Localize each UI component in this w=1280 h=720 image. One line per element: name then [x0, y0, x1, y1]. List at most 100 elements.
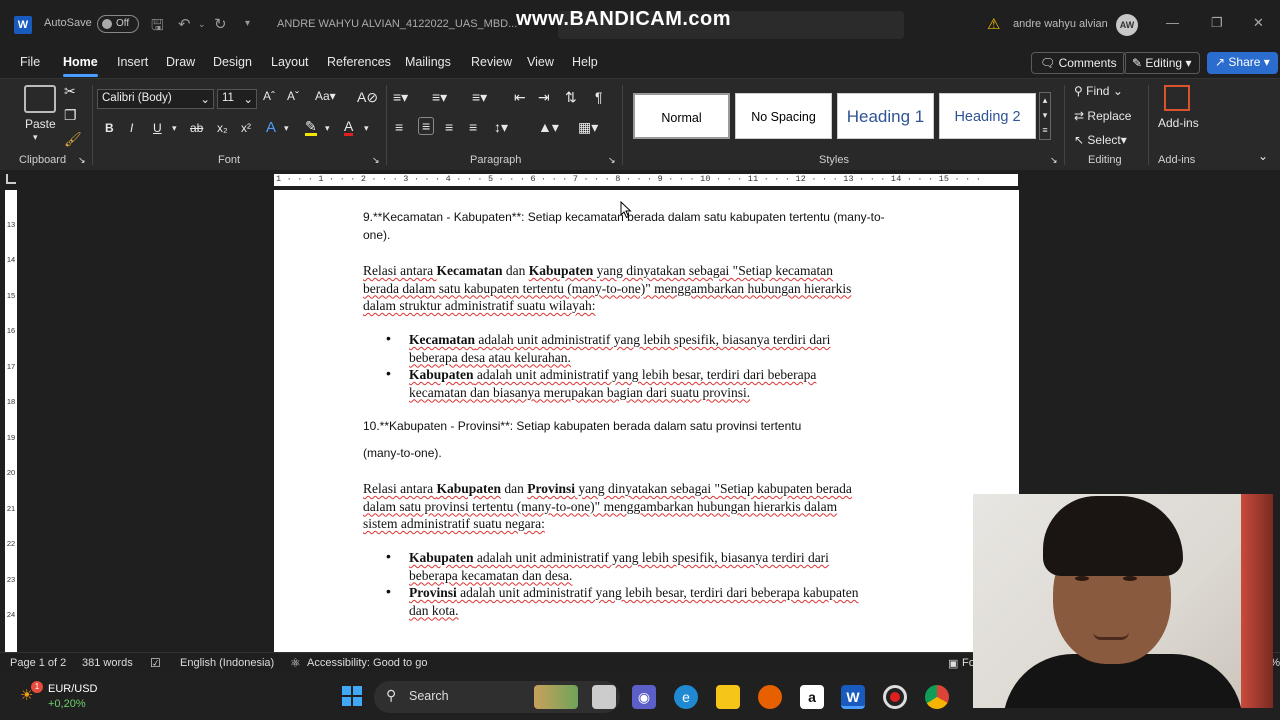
taskbar-search[interactable]: ⚲ Search [374, 681, 620, 713]
bold-icon[interactable]: B [105, 121, 114, 135]
grow-font-icon[interactable]: Aˆ [263, 89, 275, 103]
justify-icon[interactable]: ≡ [469, 119, 477, 135]
language-indicator[interactable]: English (Indonesia) [180, 657, 274, 669]
addins-button[interactable]: Add-ins [1158, 116, 1199, 130]
tab-help[interactable]: Help [572, 55, 598, 69]
paste-button[interactable]: Paste [25, 117, 56, 131]
style-normal[interactable]: Normal [633, 93, 730, 139]
copy-icon[interactable]: ❐ [64, 107, 77, 124]
redo-icon[interactable]: ↻ [214, 15, 227, 33]
task-view-icon[interactable] [592, 685, 616, 709]
close-icon[interactable]: ✕ [1253, 15, 1264, 31]
text-effects-icon[interactable]: A [266, 119, 276, 136]
style-no-spacing[interactable]: No Spacing [735, 93, 832, 139]
firefox-icon[interactable] [758, 685, 782, 709]
ticker-symbol[interactable]: EUR/USD [48, 683, 98, 695]
increase-indent-icon[interactable]: ⇥ [538, 89, 550, 106]
paste-icon[interactable] [24, 85, 56, 113]
cut-icon[interactable]: ✂ [64, 83, 76, 100]
tab-design[interactable]: Design [213, 55, 252, 69]
line-spacing-icon[interactable]: ↕▾ [494, 119, 508, 136]
customize-quick-access-icon[interactable]: ▾ [245, 18, 250, 29]
clear-formatting-icon[interactable]: A⊘ [357, 89, 378, 106]
word-count[interactable]: 381 words [82, 657, 133, 669]
autosave-toggle[interactable]: Off [97, 15, 139, 33]
word-taskbar-icon[interactable]: W [841, 685, 865, 709]
sort-icon[interactable]: ⇅ [565, 89, 577, 106]
align-left-icon[interactable]: ≡ [395, 119, 403, 135]
undo-dropdown-icon[interactable]: ⌄ [198, 19, 206, 30]
proofing-icon[interactable]: ☑ [150, 656, 161, 670]
tab-selector-icon[interactable] [6, 174, 16, 184]
find-button[interactable]: ⚲ Find ⌄ [1074, 84, 1123, 98]
focus-icon[interactable]: ▣ [948, 657, 958, 670]
paste-dropdown-icon[interactable]: ▾ [33, 132, 38, 143]
style-heading-2[interactable]: Heading 2 [939, 93, 1036, 139]
undo-icon[interactable]: ↶ [178, 15, 191, 33]
horizontal-ruler[interactable]: 1 · · · 1 · · · 2 · · · 3 · · · 4 · · · … [0, 170, 1280, 190]
user-avatar[interactable]: AW [1116, 14, 1138, 36]
font-launcher-icon[interactable]: ↘ [372, 155, 380, 166]
font-color-icon[interactable]: A [344, 119, 354, 136]
borders-icon[interactable]: ▦▾ [578, 119, 598, 136]
align-center-icon[interactable]: ≡ [418, 117, 435, 135]
tab-draw[interactable]: Draw [166, 55, 195, 69]
comments-button[interactable]: 🗨 Comments [1031, 52, 1126, 74]
paragraph-launcher-icon[interactable]: ↘ [608, 155, 616, 166]
editing-mode-button[interactable]: ✎ Editing ▾ [1123, 52, 1201, 74]
decrease-indent-icon[interactable]: ⇤ [514, 89, 526, 106]
underline-dropdown-icon[interactable]: ▾ [172, 123, 177, 134]
minimize-icon[interactable]: — [1166, 15, 1179, 30]
replace-button[interactable]: ⇄ Replace [1074, 109, 1131, 123]
tab-insert[interactable]: Insert [117, 55, 148, 69]
vertical-ruler[interactable]: 13 14 15 16 17 18 19 20 21 22 23 24 [0, 190, 22, 652]
page-count[interactable]: Page 1 of 2 [10, 657, 66, 669]
align-right-icon[interactable]: ≡ [445, 119, 453, 135]
highlight-color-icon[interactable]: ✎ [305, 119, 317, 136]
font-color-dropdown-icon[interactable]: ▾ [364, 123, 369, 134]
style-heading-1[interactable]: Heading 1 [837, 93, 934, 139]
superscript-icon[interactable]: x² [241, 121, 251, 135]
underline-icon[interactable]: U [153, 121, 162, 135]
multilevel-list-icon[interactable]: ≡▾ [472, 89, 487, 106]
bullets-icon[interactable]: ≡▾ [393, 89, 408, 106]
tab-file[interactable]: File [20, 55, 40, 69]
tab-view[interactable]: View [527, 55, 554, 69]
document-page[interactable]: 9.**Kecamatan - Kabupaten**: Setiap keca… [274, 190, 1019, 652]
clipboard-launcher-icon[interactable]: ↘ [78, 155, 86, 166]
addins-grid-icon[interactable] [1164, 85, 1190, 111]
shrink-font-icon[interactable]: Aˇ [287, 89, 299, 103]
shading-icon[interactable]: ▲▾ [538, 119, 559, 136]
collapse-ribbon-icon[interactable]: ⌄ [1258, 149, 1268, 163]
amazon-icon[interactable]: a [800, 685, 824, 709]
restore-icon[interactable]: ❐ [1211, 15, 1223, 31]
bandicam-record-icon[interactable] [883, 685, 907, 709]
tab-home[interactable]: Home [63, 55, 98, 77]
font-size-select[interactable]: 11 ⌄ [217, 89, 257, 109]
save-icon[interactable]: 🖫 [151, 15, 164, 40]
numbering-icon[interactable]: ≡▾ [432, 89, 447, 106]
highlight-dropdown-icon[interactable]: ▾ [325, 123, 330, 134]
warning-icon[interactable]: ⚠ [987, 15, 1000, 33]
text-effects-dropdown-icon[interactable]: ▾ [284, 123, 289, 134]
tab-mailings[interactable]: Mailings [405, 55, 451, 69]
edge-icon[interactable]: e [674, 685, 698, 709]
share-button[interactable]: ↗ Share ▾ [1207, 52, 1278, 74]
tab-layout[interactable]: Layout [271, 55, 309, 69]
chrome-icon[interactable] [925, 685, 949, 709]
tab-references[interactable]: References [327, 55, 391, 69]
tab-review[interactable]: Review [471, 55, 512, 69]
change-case-icon[interactable]: Aa▾ [315, 89, 336, 103]
show-marks-icon[interactable]: ¶ [595, 89, 603, 105]
styles-launcher-icon[interactable]: ↘ [1050, 155, 1058, 166]
file-explorer-icon[interactable] [716, 685, 740, 709]
italic-icon[interactable]: I [130, 121, 133, 135]
select-button[interactable]: ↖ Select▾ [1074, 133, 1127, 147]
styles-scroll[interactable]: ▴ ▾ ≡ [1039, 92, 1051, 140]
strikethrough-icon[interactable]: ab [190, 121, 203, 135]
teams-icon[interactable]: ◉ [632, 685, 656, 709]
accessibility-icon[interactable]: ⚛ [290, 656, 301, 670]
font-name-select[interactable]: Calibri (Body) ⌄ [97, 89, 214, 109]
subscript-icon[interactable]: x₂ [217, 121, 228, 135]
windows-start-icon[interactable] [340, 685, 364, 709]
